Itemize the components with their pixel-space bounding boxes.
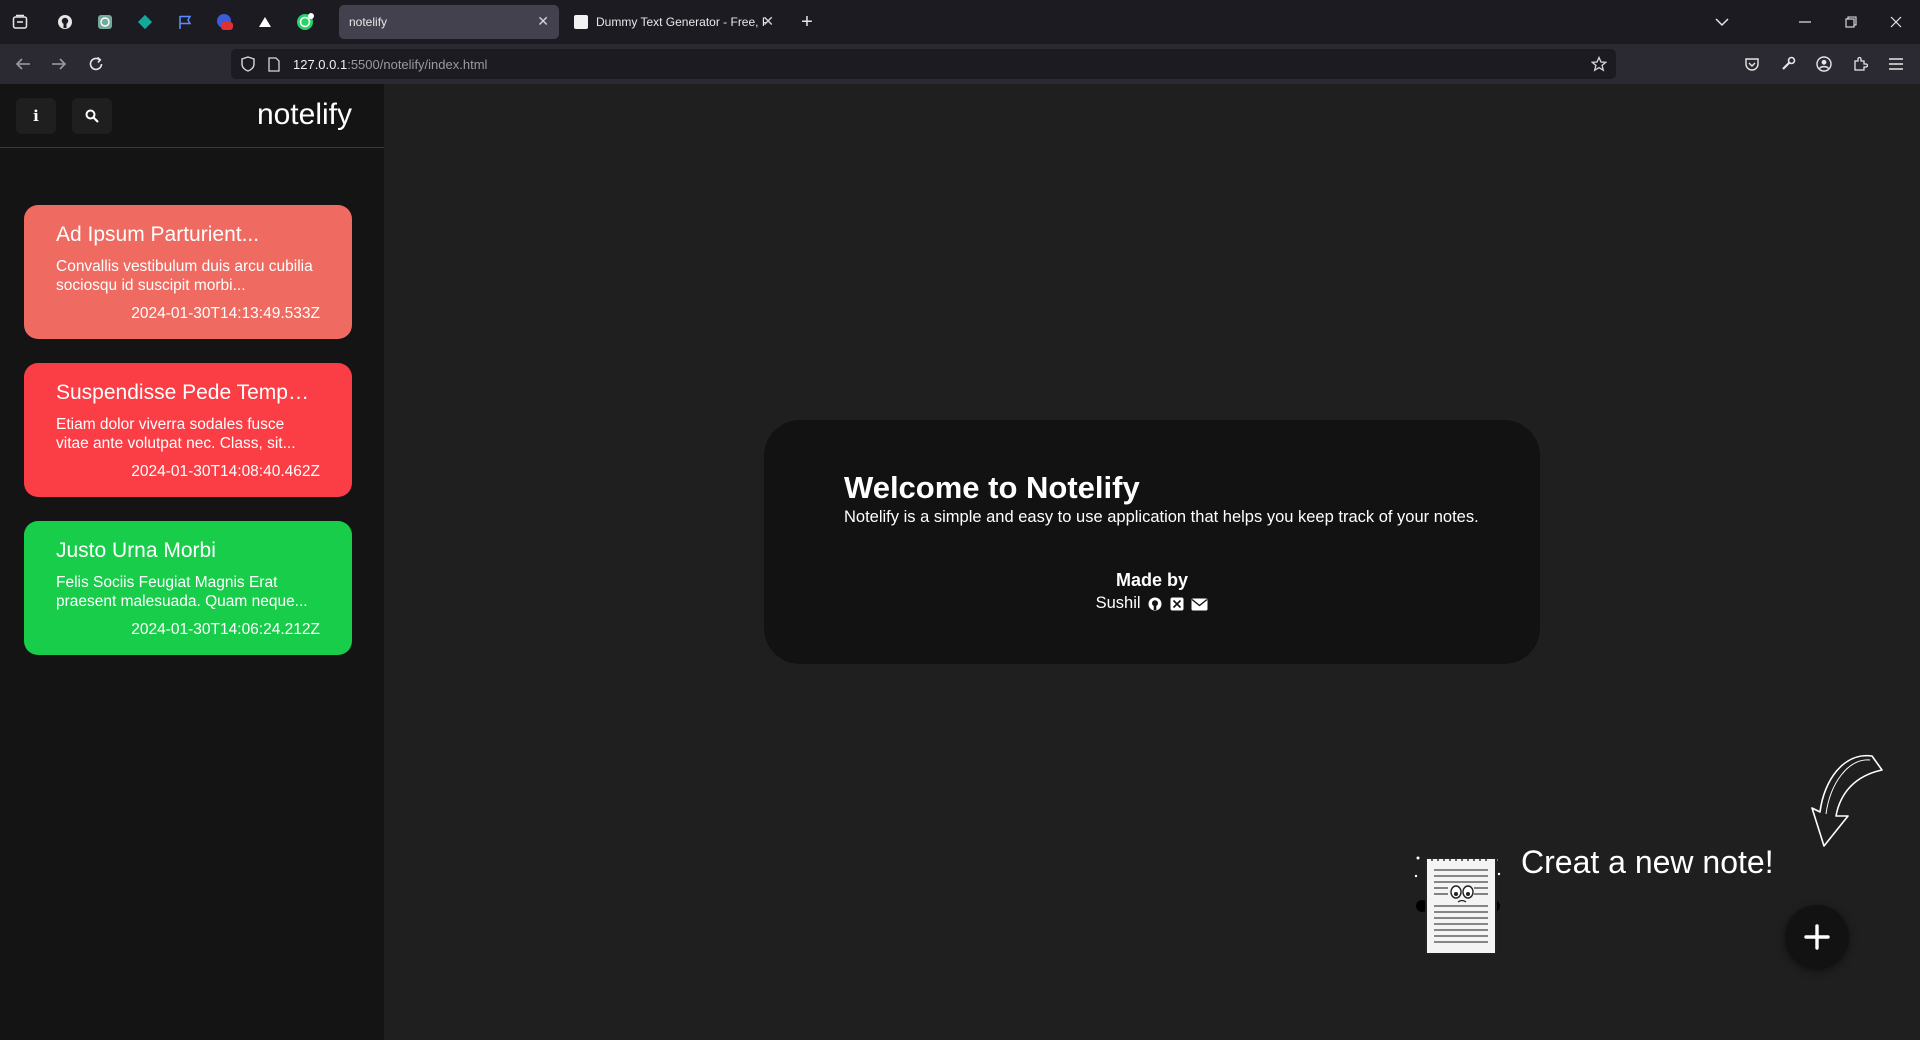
page-icon[interactable] [263,53,285,75]
x-twitter-icon[interactable] [1170,597,1184,611]
main-content: Welcome to Notelify Notelify is a simple… [384,84,1920,1040]
tab-overview-icon[interactable] [8,10,32,34]
notes-sidebar: i notelify Ad Ipsum Parturient... Conval… [0,84,384,1040]
github-pinned-icon[interactable] [53,10,77,34]
browser-tab-bar: notelify ✕ Dummy Text Generator - Free, … [0,0,1920,44]
tab-notelify[interactable]: notelify ✕ [339,5,559,39]
author-name: Sushil [1095,594,1141,613]
welcome-card: Welcome to Notelify Notelify is a simple… [764,420,1540,664]
add-note-button[interactable] [1785,905,1849,969]
close-tab-icon[interactable]: ✕ [762,13,774,30]
flag-pinned-icon[interactable] [173,10,197,34]
note-date: 2024-01-30T14:13:49.533Z [131,305,320,322]
plus-icon [1804,924,1830,950]
close-tab-icon[interactable]: ✕ [537,13,549,30]
author-row: Sushil [764,594,1540,613]
reload-icon[interactable] [84,52,108,76]
whatsapp-pinned-icon[interactable] [293,10,317,34]
app-brand: notelify [256,98,352,131]
note-date: 2024-01-30T14:08:40.462Z [131,463,320,480]
notepad-illustration [1412,852,1502,962]
made-by-heading: Made by [1115,570,1189,590]
sidebar-header: i notelify [0,84,384,148]
mail-icon[interactable] [1191,597,1208,611]
tab-dummy-text[interactable]: Dummy Text Generator - Free, P ✕ [564,5,784,39]
close-window-icon[interactable] [1884,10,1908,34]
create-note-hint: Creat a new note! [1521,844,1774,880]
tab-title: Dummy Text Generator - Free, P [596,15,766,29]
github-icon[interactable] [1148,597,1162,611]
list-all-tabs-icon[interactable] [1710,10,1734,34]
menu-icon[interactable] [1884,52,1908,76]
note-title: Suspendisse Pede Tempor... [56,381,320,404]
shield-icon[interactable] [237,53,259,75]
welcome-description: Notelify is a simple and easy to use app… [844,508,1479,526]
note-card[interactable]: Ad Ipsum Parturient... Convallis vestibu… [24,205,352,339]
bookmark-star-icon[interactable] [1588,53,1610,75]
tab-title: notelify [349,15,388,29]
note-card[interactable]: Suspendisse Pede Tempor... Etiam dolor v… [24,363,352,497]
url-text[interactable]: 127.0.0.1:5500/notelify/index.html [293,57,487,72]
browser-nav-bar: 127.0.0.1:5500/notelify/index.html [0,44,1920,84]
info-button[interactable]: i [16,98,56,134]
extensions-icon[interactable] [1848,52,1872,76]
note-card[interactable]: Justo Urna Morbi Felis Sociis Feugiat Ma… [24,521,352,655]
curved-arrow-illustration [1774,750,1884,878]
welcome-title: Welcome to Notelify [844,470,1140,505]
note-body: Etiam dolor viverra sodales fusce vitae … [56,416,296,452]
diamond-pinned-icon[interactable] [133,10,157,34]
note-body: Convallis vestibulum duis arcu cubilia s… [56,258,313,294]
page-favicon-icon [574,15,588,29]
restore-icon[interactable] [1839,10,1863,34]
address-bar[interactable]: 127.0.0.1:5500/notelify/index.html [231,49,1616,79]
note-title: Ad Ipsum Parturient... [56,223,260,246]
url-host: 127.0.0.1 [293,57,348,72]
account-icon[interactable] [1812,52,1836,76]
new-tab-icon[interactable]: + [795,10,819,34]
triangle-pinned-icon[interactable] [253,10,277,34]
note-date: 2024-01-30T14:06:24.212Z [131,621,320,638]
minimize-icon[interactable] [1793,10,1817,34]
info-icon: i [33,107,39,125]
wrench-icon[interactable] [1776,52,1800,76]
search-button[interactable] [72,98,112,134]
note-body: Felis Sociis Feugiat Magnis Erat praesen… [56,574,308,610]
note-title: Justo Urna Morbi [56,539,216,562]
notification-pinned-icon[interactable] [213,10,237,34]
chatgpt-pinned-icon[interactable] [93,10,117,34]
back-icon[interactable] [11,52,35,76]
forward-icon[interactable] [47,52,71,76]
url-path: :5500/notelify/index.html [347,57,488,72]
pocket-icon[interactable] [1740,52,1764,76]
search-icon [85,109,99,123]
